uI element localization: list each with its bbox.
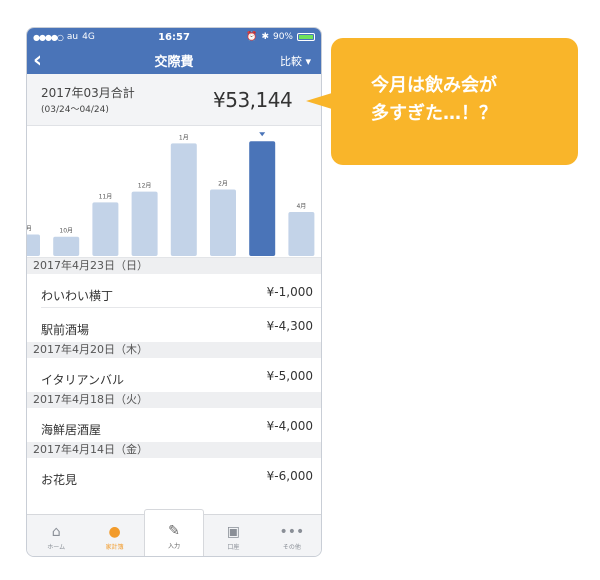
selected-marker-icon [259,132,266,137]
bar-month-label: 1月 [179,134,189,141]
date-header: 2017年4月20日（木） [27,342,321,358]
bar-month-label: 9月 [27,226,32,233]
compare-label: 比較 [279,55,302,68]
transaction-name: イタリアンバル [41,373,125,387]
transaction-name: わいわい横丁 [41,289,114,303]
transaction-amount: ¥-4,000 [266,419,313,433]
phone-screen: ●●●●○ au 4G 16:57 ⏰ ✱ 90% ‹ 交際費 比較 ▾ 201… [26,27,322,557]
tab-label: 入力 [168,543,181,550]
chart-svg: 9月 10月 11月 12月 1月 2月 4月 [27,132,315,256]
more-icon: ••• [279,524,305,540]
transaction-row[interactable]: イタリアンバル ¥-5,000 [27,358,321,392]
chart-bar[interactable] [288,212,315,256]
bar-month-label: 4月 [296,203,306,210]
pencil-icon: ✎ [168,523,180,539]
transaction-name: 海鮮居酒屋 [41,423,102,437]
date-header: 2017年4月23日（日） [27,258,321,274]
piggy-bank-icon: ● [108,524,121,540]
transaction-name: 駅前酒場 [41,323,90,337]
transaction-amount: ¥-1,000 [266,285,313,299]
tab-more[interactable]: ••• その他 [263,515,321,556]
callout-tail [306,93,332,109]
transaction-amount: ¥-4,300 [266,319,313,333]
chart-bar[interactable] [131,191,158,256]
account-icon: ▣ [226,524,241,540]
summary-label: 2017年03月合計 [41,86,135,100]
tab-home[interactable]: ⌂ ホーム [27,515,85,556]
bar-month-label: 2月 [218,180,228,187]
chart-bar[interactable] [92,202,119,256]
clock: 16:57 [158,31,190,43]
tab-piggy-bank[interactable]: ● 家計簿 [85,515,143,556]
date-header: 2017年4月18日（火） [27,392,321,408]
chart-bar[interactable] [210,189,236,256]
monthly-bar-chart[interactable]: 9月 10月 11月 12月 1月 2月 4月 [27,126,321,258]
page-title: 交際費 [154,54,194,70]
home-icon: ⌂ [51,524,61,540]
chart-bar[interactable] [27,234,40,256]
transaction-row[interactable]: お花見 ¥-6,000 [27,458,321,492]
callout-line-1: 今月は飲み会が [371,75,497,96]
transaction-row[interactable]: わいわい横丁 ¥-1,000 [27,274,321,308]
tab-pencil[interactable]: ✎ 入力 [143,509,205,556]
bar-month-label: 12月 [138,183,152,190]
chart-bar[interactable] [170,143,197,256]
bar-month-label: 10月 [59,228,73,235]
battery-icon [297,33,315,41]
chart-bar[interactable] [249,141,276,256]
transaction-amount: ¥-5,000 [266,369,313,383]
transaction-name: お花見 [41,473,78,487]
tab-label: 家計簿 [105,544,124,551]
nav-bar: ‹ 交際費 比較 ▾ [27,46,321,74]
transaction-row[interactable]: 海鮮居酒屋 ¥-4,000 [27,408,321,442]
tab-label: その他 [282,544,301,551]
callout-line-2: 多すぎた…！？ [371,103,497,124]
caret-down-icon: ▾ [305,55,311,68]
transaction-row[interactable]: 駅前酒場 ¥-4,300 [27,308,321,342]
bar-month-label: 11月 [99,193,113,200]
compare-dropdown[interactable]: 比較 ▾ [280,53,311,69]
chart-bar[interactable] [53,236,80,256]
monthly-summary: 2017年03月合計 (03/24〜04/24) ¥53,144 [27,74,321,126]
summary-amount: ¥53,144 [213,88,293,112]
tab-account[interactable]: ▣ 口座 [204,515,262,556]
callout-bubble: 今月は飲み会が 多すぎた…！？ [331,38,578,165]
status-bar: ●●●●○ au 4G 16:57 ⏰ ✱ 90% [27,28,321,46]
summary-range: (03/24〜04/24) [41,105,109,115]
transaction-amount: ¥-6,000 [266,469,313,483]
tab-label: 口座 [227,544,240,551]
tab-label: ホーム [47,544,66,551]
transaction-list: 2017年4月23日（日） わいわい横丁 ¥-1,000 駅前酒場 ¥-4,300 201… [27,258,321,492]
date-header: 2017年4月14日（金） [27,442,321,458]
back-chevron-icon[interactable]: ‹ [33,48,42,73]
tab-bar: ⌂ ホーム ● 家計簿 ✎ 入力 ▣ 口座 ••• その他 [27,509,321,556]
